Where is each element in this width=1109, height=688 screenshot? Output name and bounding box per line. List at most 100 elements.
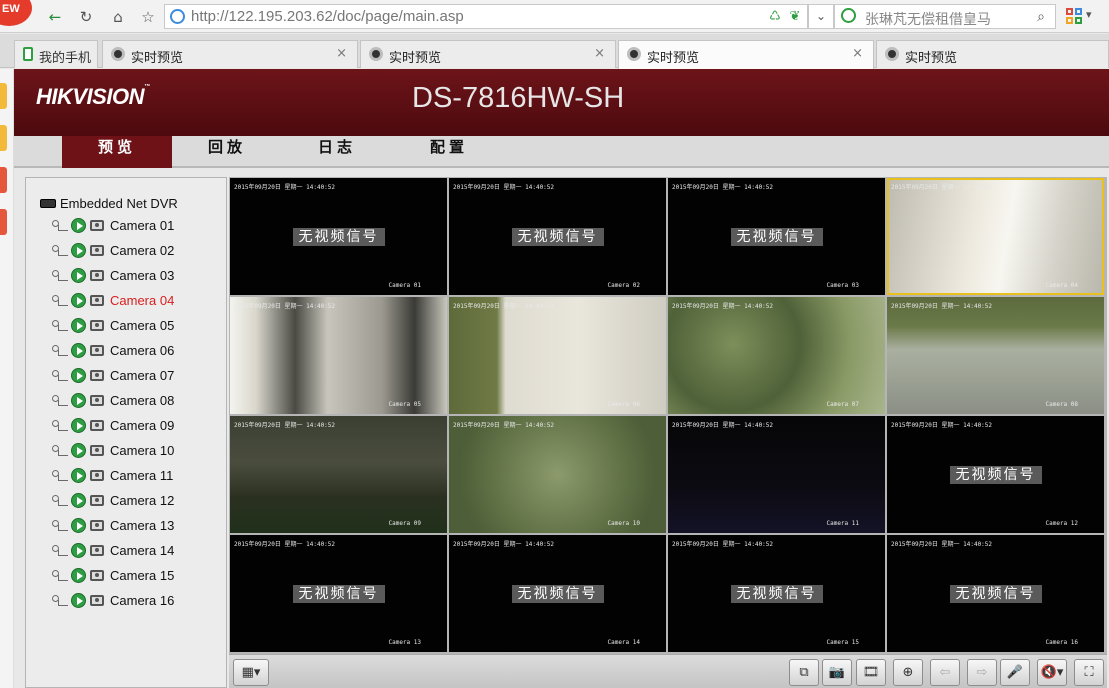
tree-item-camera[interactable]: Camera 15: [52, 566, 174, 584]
tree-item-camera[interactable]: Camera 11: [52, 466, 173, 484]
close-icon[interactable]: ×: [336, 46, 347, 61]
play-icon[interactable]: [71, 542, 86, 558]
back-arrow-icon[interactable]: ←: [44, 6, 66, 28]
video-cell[interactable]: 2015年09月20日 星期一 14:40:52 Camera 14 无视频信号: [449, 535, 666, 652]
tree-item-camera[interactable]: Camera 03: [52, 266, 174, 284]
layout-grid-icon[interactable]: ▦▾: [233, 659, 269, 686]
tab-label: 我的手机: [39, 51, 92, 66]
play-icon[interactable]: [71, 567, 86, 583]
play-icon[interactable]: [71, 342, 86, 358]
volume-button[interactable]: 🔇▾: [1037, 659, 1067, 686]
play-icon[interactable]: [71, 417, 86, 433]
tree-item-camera[interactable]: Camera 09: [52, 416, 174, 434]
mic-button[interactable]: 🎤: [1000, 659, 1030, 686]
play-icon[interactable]: [71, 292, 86, 308]
play-icon[interactable]: [71, 267, 86, 283]
sidebar-widget-icon[interactable]: [0, 125, 7, 151]
tab-live-view-2[interactable]: 实时预览 ×: [360, 40, 616, 68]
osd-timestamp: 2015年09月20日 星期一 14:40:52: [453, 422, 555, 429]
sidebar-widget-icon[interactable]: [0, 209, 7, 235]
video-cell[interactable]: 2015年09月20日 星期一 14:40:52 Camera 02 无视频信号: [449, 178, 666, 295]
tree-item-camera[interactable]: Camera 06: [52, 341, 174, 359]
tree-item-camera[interactable]: Camera 01: [52, 216, 174, 234]
menu-preview[interactable]: 预览: [62, 136, 172, 168]
play-icon[interactable]: [71, 442, 86, 458]
tree-item-camera[interactable]: Camera 13: [52, 516, 174, 534]
camera-icon: [90, 519, 104, 531]
capture-button[interactable]: 📷: [822, 659, 852, 686]
video-cell[interactable]: 2015年09月20日 星期一 14:40:52 Camera 10: [449, 416, 666, 533]
tree-item-camera[interactable]: Camera 04: [52, 291, 174, 309]
url-text[interactable]: http://122.195.203.62/doc/page/main.asp: [191, 8, 464, 25]
video-cell[interactable]: 2015年09月20日 星期一 14:40:52 Camera 15 无视频信号: [668, 535, 885, 652]
sidebar-widget-icon[interactable]: [0, 167, 7, 193]
video-cell[interactable]: 2015年09月20日 星期一 14:40:52 Camera 13 无视频信号: [230, 535, 447, 652]
search-icon[interactable]: ⌕: [1033, 9, 1049, 25]
video-cell[interactable]: 2015年09月20日 星期一 14:40:52 Camera 09: [230, 416, 447, 533]
camera-label: Camera 03: [110, 267, 175, 283]
star-icon[interactable]: ☆: [137, 6, 159, 28]
play-icon[interactable]: [71, 367, 86, 383]
play-icon[interactable]: [71, 517, 86, 533]
video-cell[interactable]: 2015年09月20日 星期一 14:40:52 Camera 12 无视频信号: [887, 416, 1104, 533]
tab-live-view-4[interactable]: 实时预览: [876, 40, 1109, 68]
fullscreen-button[interactable]: ⛶: [1074, 659, 1104, 686]
tree-item-camera[interactable]: Camera 07: [52, 366, 174, 384]
video-cell[interactable]: 2015年09月20日 星期一 14:40:52 Camera 04: [887, 178, 1104, 295]
stop-all-button[interactable]: ⧉: [789, 659, 819, 686]
tree-item-camera[interactable]: Camera 12: [52, 491, 174, 509]
tree-item-camera[interactable]: Camera 02: [52, 241, 174, 259]
play-icon[interactable]: [71, 242, 86, 258]
apps-icon[interactable]: [1066, 8, 1082, 24]
prev-page-button[interactable]: ⇦: [930, 659, 960, 686]
video-cell[interactable]: 2015年09月20日 星期一 14:40:52 Camera 07: [668, 297, 885, 414]
play-icon[interactable]: [71, 467, 86, 483]
tree-item-camera[interactable]: Camera 08: [52, 391, 174, 409]
record-button[interactable]: 🎞: [856, 659, 886, 686]
video-cell[interactable]: 2015年09月20日 星期一 14:40:52 Camera 08: [887, 297, 1104, 414]
video-cell[interactable]: 2015年09月20日 星期一 14:40:52 Camera 11: [668, 416, 885, 533]
tree-item-camera[interactable]: Camera 16: [52, 591, 174, 609]
close-icon[interactable]: ×: [594, 46, 605, 61]
url-dropdown-icon[interactable]: ⌄: [808, 4, 834, 29]
osd-camera-label: Camera 10: [607, 520, 640, 527]
menu-config[interactable]: 配置: [394, 136, 504, 168]
sidebar-widget-icon[interactable]: [0, 83, 7, 109]
zoom-button[interactable]: ⊕: [893, 659, 923, 686]
play-icon[interactable]: [71, 217, 86, 233]
camera-icon: [90, 369, 104, 381]
menu-log[interactable]: 日志: [282, 136, 392, 168]
tree-root[interactable]: Embedded Net DVR: [40, 195, 178, 211]
osd-camera-label: Camera 07: [826, 401, 859, 408]
osd-timestamp: 2015年09月20日 星期一 14:40:52: [891, 422, 993, 429]
tab-live-view-3[interactable]: 实时预览 ×: [618, 40, 874, 69]
play-icon[interactable]: [71, 592, 86, 608]
video-cell[interactable]: 2015年09月20日 星期一 14:40:52 Camera 01 无视频信号: [230, 178, 447, 295]
next-page-button[interactable]: ⇨: [967, 659, 997, 686]
play-icon[interactable]: [71, 317, 86, 333]
video-cell[interactable]: 2015年09月20日 星期一 14:40:52 Camera 05: [230, 297, 447, 414]
recycle-icon[interactable]: ♺: [767, 9, 783, 25]
camera-icon: [90, 244, 104, 256]
leaf-icon[interactable]: ❦: [787, 9, 803, 25]
search-input[interactable]: 张琳芃无偿租借皇马 ⌕: [834, 4, 1056, 29]
video-cell[interactable]: 2015年09月20日 星期一 14:40:52 Camera 16 无视频信号: [887, 535, 1104, 652]
refresh-icon[interactable]: ↻: [75, 6, 97, 28]
url-bar[interactable]: http://122.195.203.62/doc/page/main.asp …: [164, 4, 808, 29]
home-icon[interactable]: ⌂: [107, 6, 129, 28]
menu-playback[interactable]: 回放: [172, 136, 282, 168]
no-signal-label: 无视频信号: [292, 228, 385, 246]
close-icon[interactable]: ×: [852, 46, 863, 61]
network-icon: [52, 444, 70, 456]
tab-my-phone[interactable]: 我的手机: [14, 40, 98, 68]
video-cell[interactable]: 2015年09月20日 星期一 14:40:52 Camera 03 无视频信号: [668, 178, 885, 295]
tree-item-camera[interactable]: Camera 14: [52, 541, 174, 559]
tab-live-view-1[interactable]: 实时预览 ×: [102, 40, 358, 68]
apps-dropdown-icon[interactable]: ▾: [1086, 8, 1092, 21]
play-icon[interactable]: [71, 492, 86, 508]
play-icon[interactable]: [71, 392, 86, 408]
search-text[interactable]: 张琳芃无偿租借皇马: [865, 9, 991, 29]
video-cell[interactable]: 2015年09月20日 星期一 14:40:52 Camera 06: [449, 297, 666, 414]
tree-item-camera[interactable]: Camera 10: [52, 441, 174, 459]
tree-item-camera[interactable]: Camera 05: [52, 316, 174, 334]
